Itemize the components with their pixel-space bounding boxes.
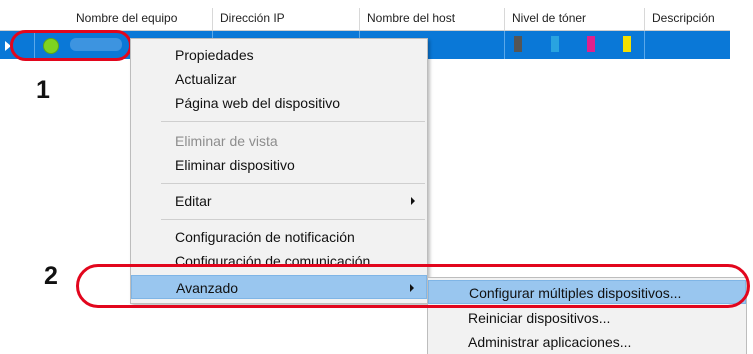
menu-item-refresh[interactable]: Actualizar bbox=[131, 67, 427, 91]
column-header-host-name[interactable]: Nombre del host bbox=[361, 0, 455, 30]
device-grid-header: Nombre del equipo Dirección IP Nombre de… bbox=[0, 0, 730, 30]
column-divider[interactable] bbox=[644, 8, 645, 30]
menu-item-label: Página web del dispositivo bbox=[175, 95, 340, 111]
submenu-item-label: Reiniciar dispositivos... bbox=[468, 310, 611, 326]
toner-cyan-icon bbox=[551, 36, 559, 52]
menu-item-notification-settings[interactable]: Configuración de notificación bbox=[131, 225, 427, 249]
menu-item-communication-settings[interactable]: Configuración de comunicación bbox=[131, 249, 427, 265]
menu-item-label: Actualizar bbox=[175, 71, 237, 87]
toner-yellow-icon bbox=[623, 36, 631, 52]
menu-item-label: Eliminar dispositivo bbox=[175, 157, 295, 173]
submenu-item-manage-applications[interactable]: Administrar aplicaciones... bbox=[428, 330, 746, 354]
menu-item-label: Editar bbox=[175, 193, 212, 209]
menu-separator bbox=[161, 183, 425, 184]
menu-separator bbox=[161, 121, 425, 122]
column-divider[interactable] bbox=[359, 8, 360, 30]
submenu-item-restart-devices[interactable]: Reiniciar dispositivos... bbox=[428, 306, 746, 330]
submenu-arrow-icon bbox=[411, 197, 415, 205]
column-header-toner-level[interactable]: Nivel de tóner bbox=[506, 0, 586, 30]
menu-item-delete-device[interactable]: Eliminar dispositivo bbox=[131, 153, 427, 177]
column-divider[interactable] bbox=[212, 8, 213, 30]
toner-black-icon bbox=[514, 36, 522, 52]
callout-number-2: 2 bbox=[44, 262, 58, 290]
row-divider bbox=[504, 31, 505, 59]
submenu-item-label: Administrar aplicaciones... bbox=[468, 334, 632, 350]
column-divider[interactable] bbox=[504, 8, 505, 30]
toner-magenta-icon bbox=[587, 36, 595, 52]
menu-item-remove-from-view: Eliminar de vista bbox=[131, 129, 427, 153]
callout-ring-advanced bbox=[76, 264, 750, 308]
callout-ring-row bbox=[10, 30, 132, 61]
column-header-device-name[interactable]: Nombre del equipo bbox=[70, 0, 177, 30]
menu-separator bbox=[161, 219, 425, 220]
menu-item-edit[interactable]: Editar bbox=[131, 189, 427, 213]
menu-item-label: Propiedades bbox=[175, 47, 254, 63]
menu-item-properties[interactable]: Propiedades bbox=[131, 43, 427, 67]
menu-item-device-web-page[interactable]: Página web del dispositivo bbox=[131, 91, 427, 115]
row-divider bbox=[644, 31, 645, 59]
menu-item-label: Eliminar de vista bbox=[175, 133, 278, 149]
menu-item-label: Configuración de notificación bbox=[175, 229, 355, 245]
column-header-ip-address[interactable]: Dirección IP bbox=[214, 0, 285, 30]
column-header-description[interactable]: Descripción bbox=[646, 0, 715, 30]
callout-number-1: 1 bbox=[36, 76, 50, 104]
